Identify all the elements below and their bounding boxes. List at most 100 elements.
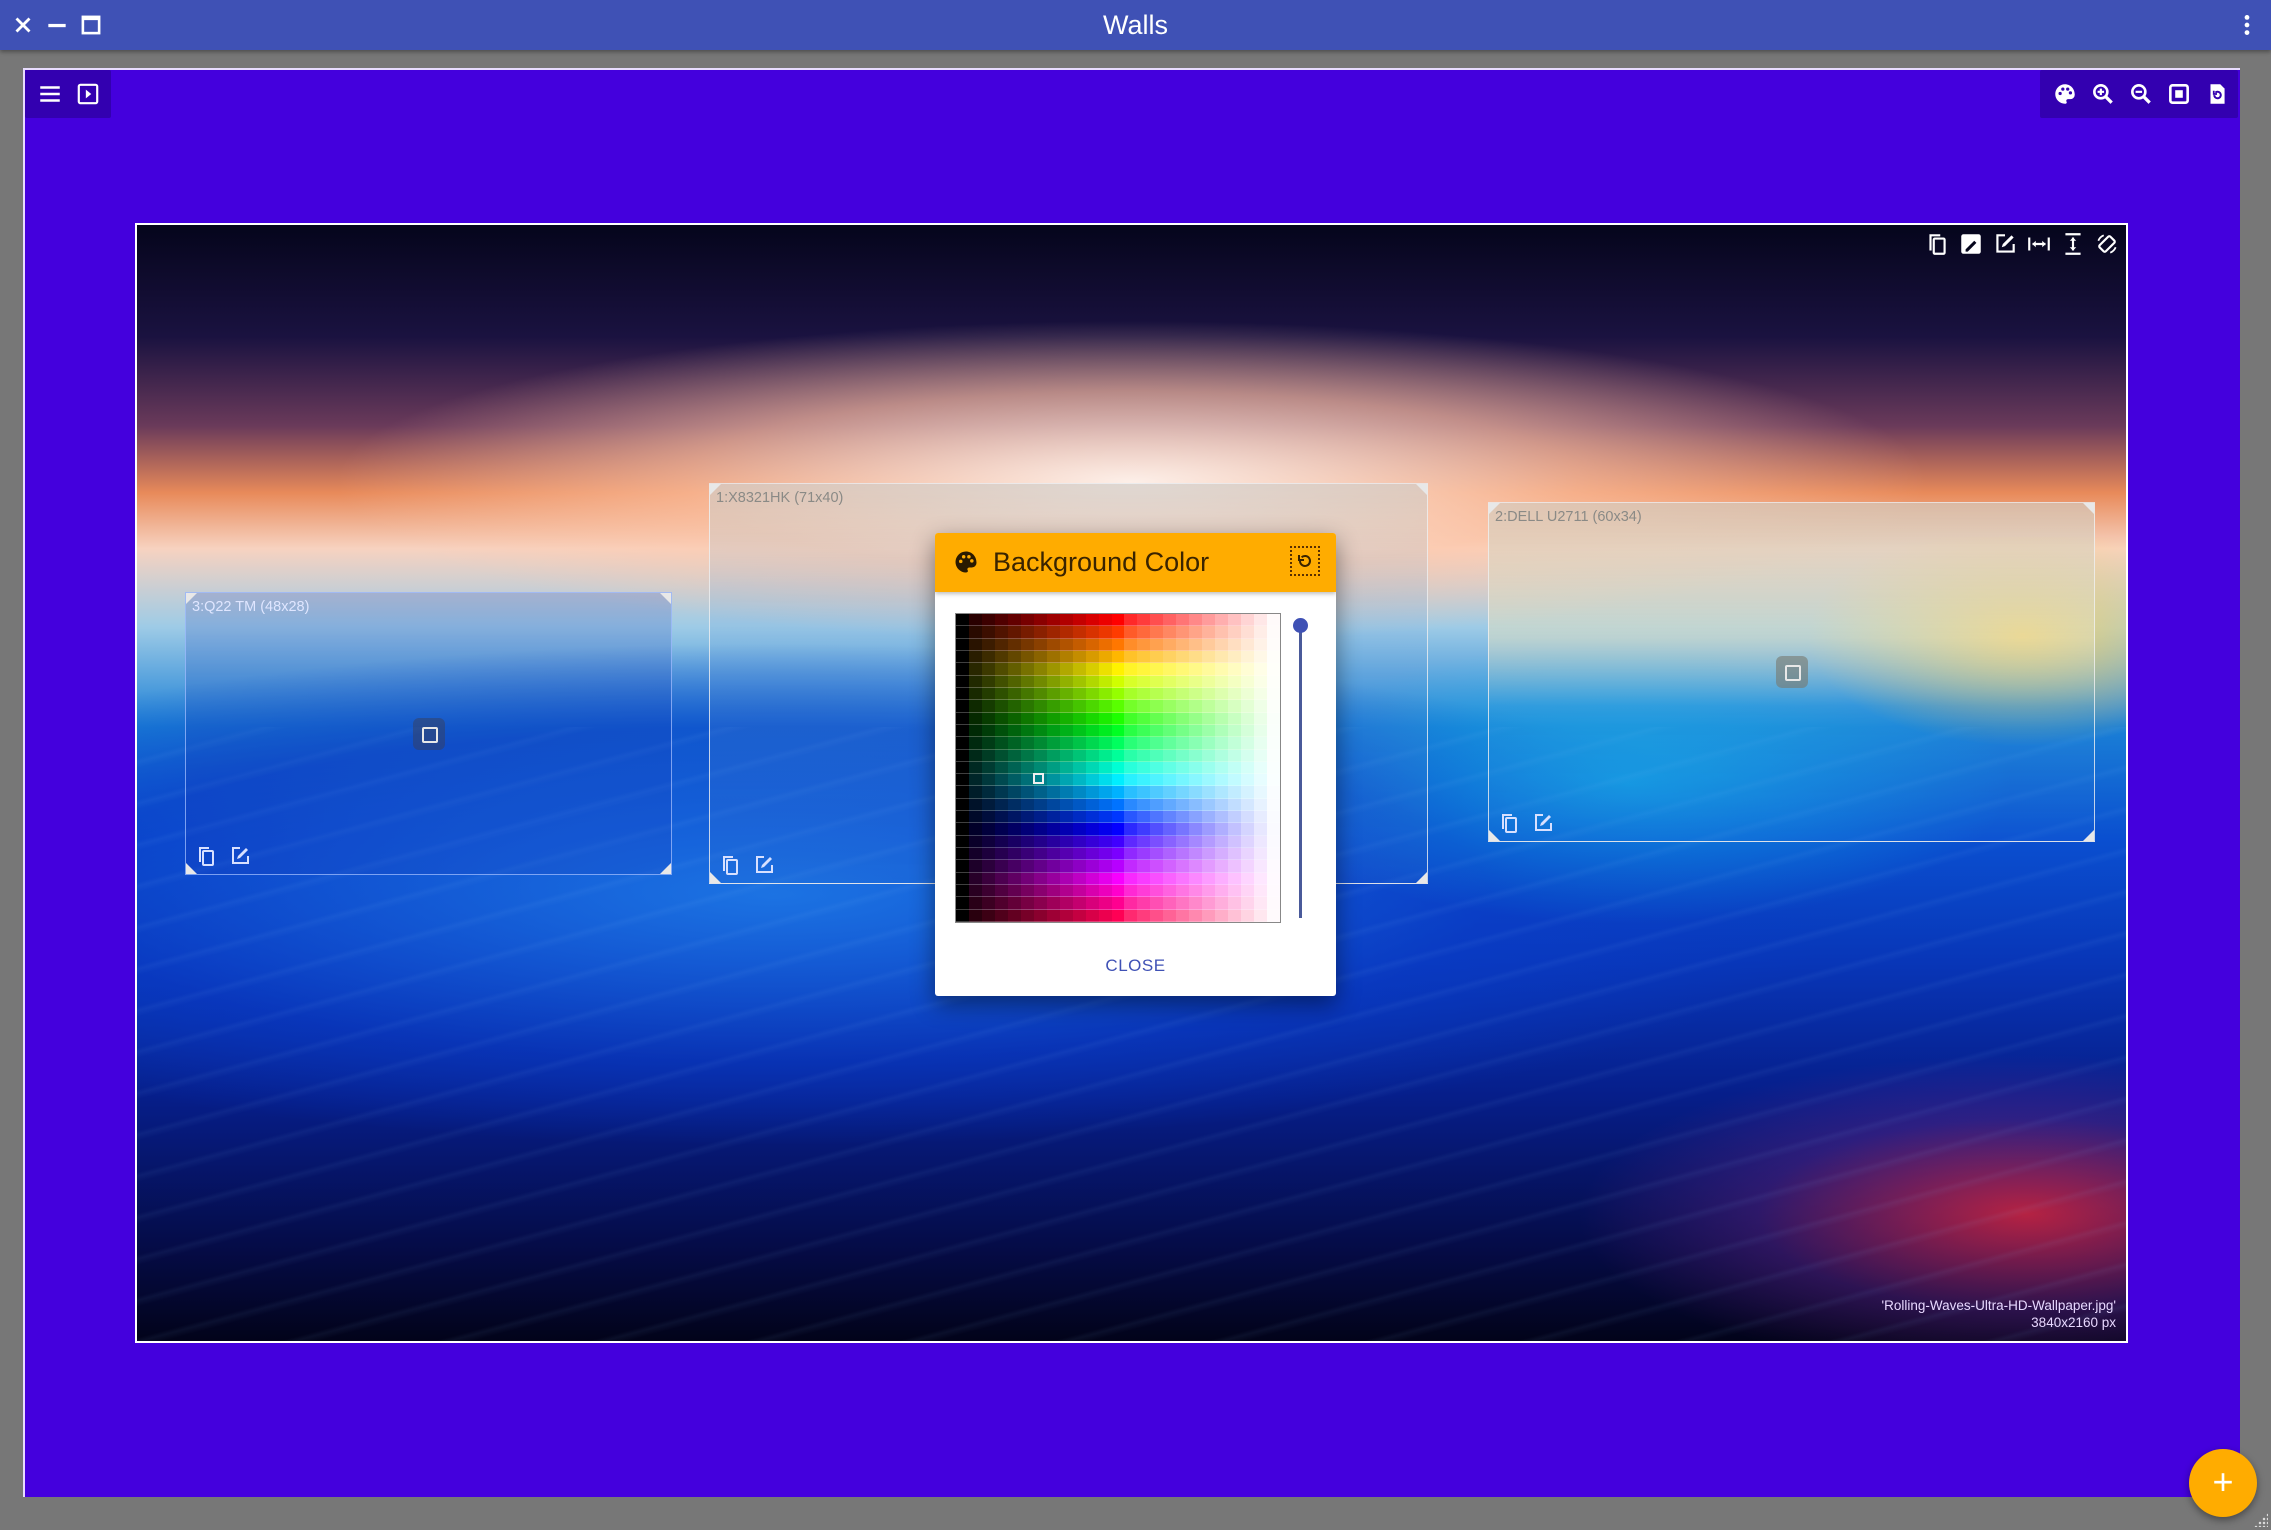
image-edit-button[interactable] [1958,231,1984,257]
color-swatch[interactable] [1202,774,1216,787]
color-swatch[interactable] [1189,650,1203,664]
color-swatch[interactable] [1215,798,1229,812]
color-swatch[interactable] [1241,749,1255,762]
color-swatch[interactable] [994,626,1008,639]
color-swatch[interactable] [1137,897,1151,910]
color-swatch[interactable] [1254,798,1268,812]
color-swatch[interactable] [1215,626,1229,639]
color-swatch[interactable] [1150,774,1164,787]
color-swatch[interactable] [1033,872,1047,886]
color-swatch[interactable] [1046,823,1060,836]
color-swatch[interactable] [1215,835,1229,849]
color-swatch[interactable] [1150,909,1164,922]
color-swatch[interactable] [1137,737,1151,750]
color-swatch[interactable] [981,897,995,910]
color-swatch[interactable] [968,687,982,701]
color-swatch[interactable] [968,675,982,688]
copy-monitor-button[interactable] [718,853,742,877]
color-swatch[interactable] [1267,872,1280,886]
color-swatch[interactable] [1254,638,1268,651]
color-swatch[interactable] [1202,897,1216,910]
color-swatch[interactable] [1124,860,1138,873]
color-swatch[interactable] [1215,761,1229,775]
color-swatch[interactable] [1072,909,1086,922]
fit-height-button[interactable] [2060,231,2086,257]
brightness-slider-track[interactable] [1299,625,1302,918]
color-swatch[interactable] [1059,897,1073,910]
color-swatch[interactable] [1202,663,1216,676]
color-swatch[interactable] [1189,749,1203,762]
color-swatch[interactable] [1007,811,1021,824]
color-swatch[interactable] [1033,724,1047,738]
color-swatch[interactable] [956,687,969,701]
color-swatch[interactable] [1176,700,1190,713]
color-swatch[interactable] [1215,638,1229,651]
color-swatch[interactable] [1059,675,1073,688]
color-swatch[interactable] [1124,663,1138,676]
color-swatch[interactable] [1046,860,1060,873]
color-swatch[interactable] [1189,700,1203,713]
color-swatch[interactable] [1085,774,1099,787]
color-swatch[interactable] [1150,712,1164,725]
color-swatch[interactable] [1163,823,1177,836]
color-swatch[interactable] [1059,724,1073,738]
color-swatch[interactable] [1228,614,1242,627]
color-swatch[interactable] [1163,860,1177,873]
color-swatch[interactable] [994,811,1008,824]
color-swatch[interactable] [1176,872,1190,886]
color-swatch[interactable] [1163,650,1177,664]
color-swatch[interactable] [1098,638,1112,651]
color-swatch[interactable] [1072,614,1086,627]
color-swatch[interactable] [1176,687,1190,701]
color-swatch[interactable] [1124,749,1138,762]
color-swatch[interactable] [1254,675,1268,688]
color-swatch[interactable] [994,761,1008,775]
color-swatch[interactable] [994,749,1008,762]
move-handle-icon[interactable] [1775,656,1808,688]
color-swatch[interactable] [1254,897,1268,910]
color-swatch[interactable] [1059,700,1073,713]
color-swatch[interactable] [1267,811,1280,824]
resize-handle-top-right[interactable] [2083,503,2094,514]
color-swatch[interactable] [1046,761,1060,775]
color-swatch[interactable] [1033,798,1047,812]
color-swatch[interactable] [1176,712,1190,725]
color-swatch[interactable] [1098,848,1112,861]
color-swatch[interactable] [956,749,969,762]
color-swatch[interactable] [1098,823,1112,836]
color-swatch[interactable] [956,675,969,688]
color-swatch[interactable] [1267,860,1280,873]
color-swatch[interactable] [1124,885,1138,898]
color-swatch[interactable] [1007,675,1021,688]
color-swatch[interactable] [1098,626,1112,639]
color-swatch[interactable] [1098,909,1112,922]
color-swatch-grid[interactable] [955,613,1281,923]
color-swatch[interactable] [1137,712,1151,725]
color-swatch[interactable] [1254,712,1268,725]
color-swatch[interactable] [1059,687,1073,701]
color-swatch[interactable] [1020,835,1034,849]
color-swatch[interactable] [1098,650,1112,664]
color-swatch[interactable] [1085,700,1099,713]
color-swatch[interactable] [1137,650,1151,664]
color-swatch[interactable] [1033,638,1047,651]
color-swatch[interactable] [1189,909,1203,922]
color-swatch[interactable] [1267,835,1280,849]
color-swatch[interactable] [1137,848,1151,861]
color-swatch[interactable] [1241,885,1255,898]
color-swatch[interactable] [1163,811,1177,824]
color-swatch[interactable] [1072,835,1086,849]
color-swatch[interactable] [1007,823,1021,836]
color-swatch[interactable] [1046,724,1060,738]
color-swatch[interactable] [956,786,969,799]
color-swatch[interactable] [1189,798,1203,812]
color-swatch[interactable] [1150,614,1164,627]
color-swatch[interactable] [1176,897,1190,910]
color-swatch[interactable] [1020,811,1034,824]
color-swatch[interactable] [1189,811,1203,824]
color-swatch[interactable] [1020,848,1034,861]
color-swatch[interactable] [1007,798,1021,812]
color-swatch[interactable] [1150,761,1164,775]
color-swatch[interactable] [1150,835,1164,849]
color-swatch[interactable] [1046,774,1060,787]
